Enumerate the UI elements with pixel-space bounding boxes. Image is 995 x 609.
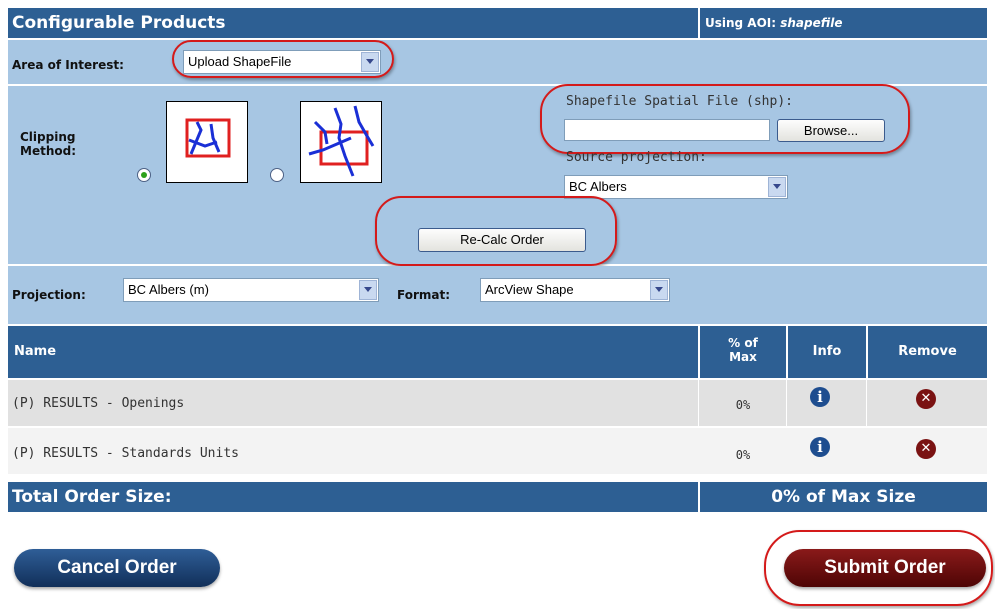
col-header-name: Name [8, 326, 698, 378]
row-pct: 0% [735, 398, 751, 412]
col-header-info: Info [788, 326, 866, 378]
row-pct: 0% [735, 448, 751, 462]
info-icon[interactable]: i [810, 437, 830, 457]
total-value: 0% of Max Size [700, 482, 987, 512]
clip-method-radio-intersect[interactable] [270, 168, 284, 182]
projection-value: BC Albers (m) [128, 282, 209, 297]
row-name: (P) RESULTS - Openings [12, 396, 185, 411]
aoi-label: Area of Interest: [12, 58, 124, 72]
col-header-pct: % of Max [700, 326, 786, 378]
cancel-order-button[interactable]: Cancel Order [14, 549, 220, 587]
source-projection-select[interactable]: BC Albers [564, 175, 788, 199]
format-label: Format: [397, 288, 451, 302]
highlight-submit [764, 530, 993, 606]
aoi-panel [8, 40, 987, 84]
dropdown-arrow-icon [359, 280, 377, 300]
row-name: (P) RESULTS - Standards Units [12, 446, 239, 461]
aoi-prefix: Using AOI: [705, 16, 777, 30]
remove-icon[interactable]: ✕ [916, 439, 936, 459]
col-header-remove: Remove [868, 326, 987, 378]
format-value: ArcView Shape [485, 282, 574, 297]
highlight-shapefile [540, 84, 910, 154]
dropdown-arrow-icon [650, 280, 668, 300]
source-projection-value: BC Albers [569, 179, 627, 194]
page-title: Configurable Products [8, 8, 698, 38]
clip-intersect-icon [300, 101, 382, 183]
clip-inside-icon [166, 101, 248, 183]
source-projection-label: Source projection: [566, 150, 707, 165]
highlight-recalc [375, 196, 617, 266]
format-select[interactable]: ArcView Shape [480, 278, 670, 302]
aoi-value: shapefile [780, 16, 843, 30]
total-label: Total Order Size: [8, 482, 698, 512]
info-icon[interactable]: i [810, 387, 830, 407]
clip-method-radio-inside[interactable] [137, 168, 151, 182]
highlight-aoi [172, 40, 394, 78]
dropdown-arrow-icon [768, 177, 786, 197]
clipping-label: Clipping Method: [20, 130, 76, 158]
projection-select[interactable]: BC Albers (m) [123, 278, 379, 302]
aoi-indicator: Using AOI: shapefile [700, 8, 987, 38]
remove-icon[interactable]: ✕ [916, 389, 936, 409]
projection-label: Projection: [12, 288, 86, 302]
